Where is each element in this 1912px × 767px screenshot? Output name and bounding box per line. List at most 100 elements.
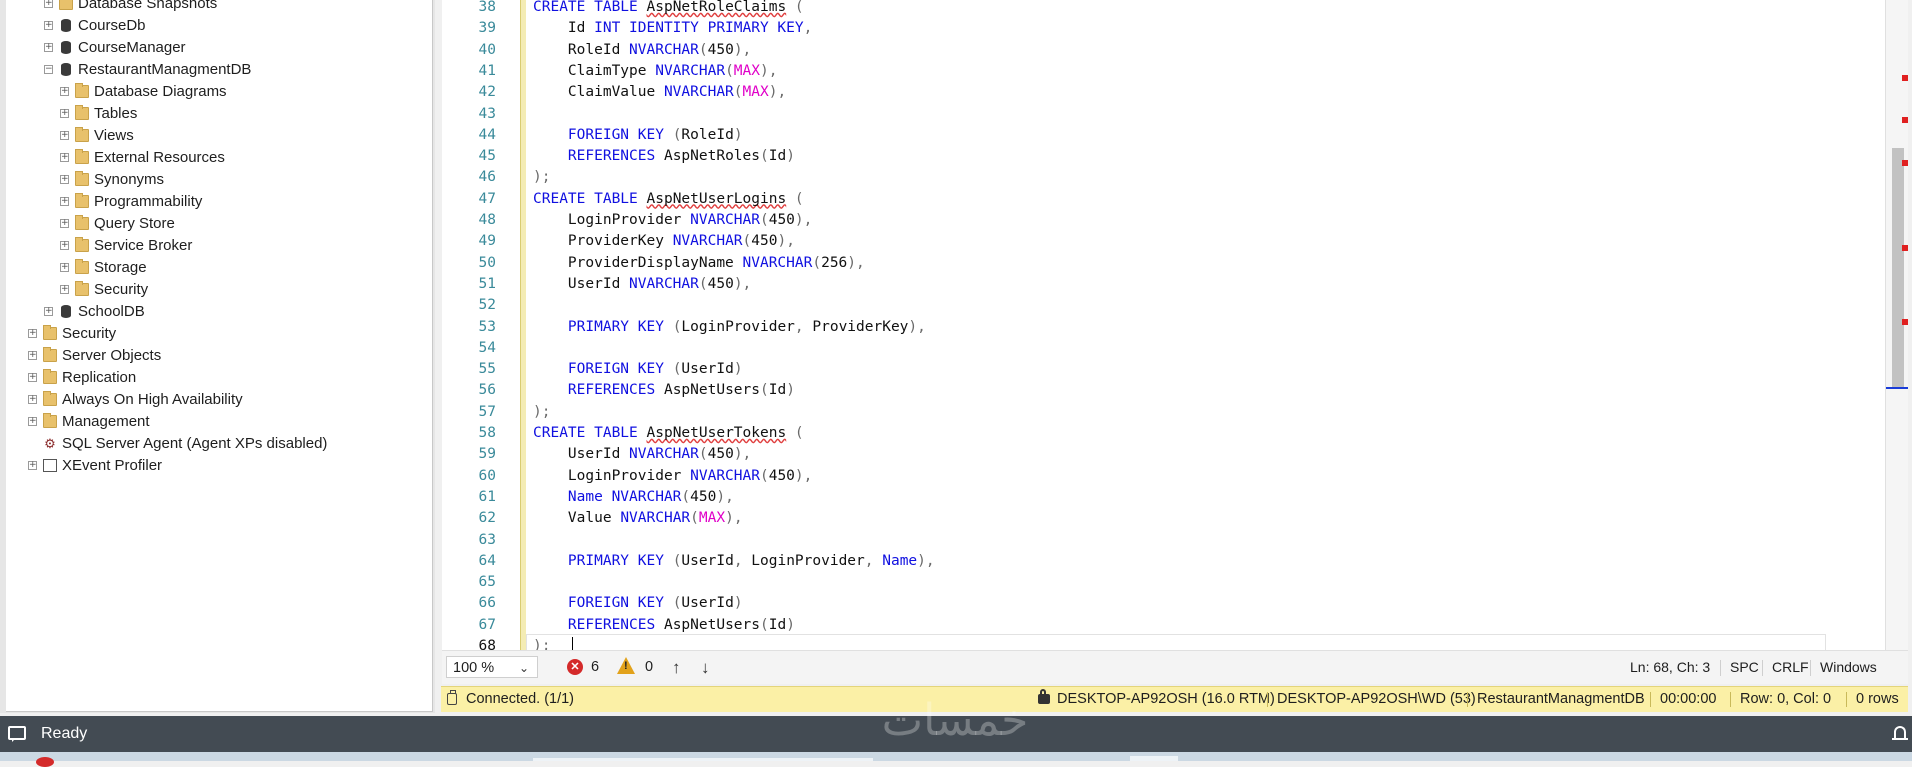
code-line[interactable]: PRIMARY KEY (UserId, LoginProvider, Name…	[533, 551, 935, 572]
expand-icon[interactable]: +	[44, 0, 53, 8]
tree-node-label: Management	[62, 413, 150, 430]
expand-icon[interactable]: +	[60, 87, 69, 96]
code-line[interactable]: UserId NVARCHAR(450),	[533, 444, 751, 465]
expand-icon[interactable]: +	[60, 241, 69, 250]
sql-keyword: NVARCHAR	[742, 254, 813, 271]
expand-icon[interactable]: +	[44, 307, 53, 316]
database-icon	[61, 305, 71, 318]
expand-icon[interactable]: +	[60, 131, 69, 140]
code-line[interactable]: ProviderDisplayName NVARCHAR(256),	[533, 253, 865, 274]
code-line[interactable]: ClaimValue NVARCHAR(MAX),	[533, 82, 786, 103]
code-line[interactable]: FOREIGN KEY (UserId)	[533, 359, 743, 380]
app-status-text: Ready	[41, 725, 88, 742]
divider	[1762, 660, 1763, 676]
previous-issue-arrow-up-icon[interactable]: ↑	[672, 651, 681, 684]
expand-icon[interactable]: +	[28, 461, 37, 470]
code-line[interactable]: REFERENCES AspNetUsers(Id)	[533, 380, 795, 401]
line-number: 41	[478, 62, 496, 79]
expand-icon[interactable]: +	[28, 395, 37, 404]
code-line[interactable]: CREATE TABLE AspNetUserLogins (	[533, 189, 804, 210]
expand-icon[interactable]: +	[44, 43, 53, 52]
code-line[interactable]: PRIMARY KEY (LoginProvider, ProviderKey)…	[533, 317, 926, 338]
tree-node-label: Tables	[94, 105, 138, 122]
expand-icon[interactable]: +	[60, 219, 69, 228]
code-line[interactable]: );	[533, 636, 550, 650]
code-line[interactable]: ClaimType NVARCHAR(MAX),	[533, 61, 778, 82]
warning-count[interactable]: 0	[645, 651, 653, 684]
code-line[interactable]: Value NVARCHAR(MAX),	[533, 508, 743, 529]
whitespace-mode[interactable]: SPC	[1730, 651, 1759, 684]
query-editor[interactable]: 38 39 40 41 42 43 44 45 46 47 48 49 50 51 52 53 54 55 56 57…	[438, 0, 1912, 708]
code-line[interactable]: FOREIGN KEY (UserId)	[533, 593, 743, 614]
code-line[interactable]: UserId NVARCHAR(450),	[533, 274, 751, 295]
expand-icon[interactable]: +	[28, 351, 37, 360]
code-area[interactable]: CREATE TABLE AspNetRoleClaims ( Id INT I…	[533, 0, 1893, 650]
code-token: ClaimValue	[533, 84, 664, 101]
code-line[interactable]: Id INT IDENTITY PRIMARY KEY,	[533, 18, 812, 39]
error-marker[interactable]	[1902, 245, 1908, 251]
expand-icon[interactable]: +	[44, 21, 53, 30]
code-line[interactable]: FOREIGN KEY (RoleId)	[533, 125, 743, 146]
expand-icon[interactable]: +	[28, 373, 37, 382]
code-token: ),	[847, 254, 865, 271]
expand-icon[interactable]: +	[28, 417, 37, 426]
line-number: 43	[478, 105, 496, 122]
line-ending-mode[interactable]: CRLF	[1772, 651, 1809, 684]
tree-node-label: Programmability	[94, 193, 203, 210]
tree-node-label: XEvent Profiler	[62, 457, 163, 474]
code-token: Id	[768, 148, 787, 165]
taskbar-item[interactable]	[1130, 756, 1178, 761]
scroll-position-indicator	[1886, 387, 1908, 389]
code-line[interactable]: ProviderKey NVARCHAR(450),	[533, 231, 795, 252]
vertical-scrollbar-thumb[interactable]	[1892, 148, 1904, 388]
cursor-position[interactable]: Ln: 68, Ch: 3	[1630, 651, 1710, 684]
code-line[interactable]: REFERENCES AspNetUsers(Id)	[533, 615, 795, 636]
database-icon	[61, 63, 71, 76]
query-editor-frame[interactable]: 38 39 40 41 42 43 44 45 46 47 48 49 50 51 52 53 54 55 56 57…	[442, 0, 1908, 708]
code-line[interactable]: CREATE TABLE AspNetUserTokens (	[533, 423, 804, 444]
warning-icon[interactable]: !	[617, 657, 635, 674]
expand-icon[interactable]: +	[28, 329, 37, 338]
next-issue-arrow-down-icon[interactable]: ↓	[701, 651, 710, 684]
code-line[interactable]: LoginProvider NVARCHAR(450),	[533, 466, 812, 487]
code-line[interactable]: );	[533, 402, 550, 423]
vertical-scrollbar[interactable]	[1885, 0, 1908, 650]
line-number: 60	[478, 467, 496, 484]
code-line[interactable]: RoleId NVARCHAR(450),	[533, 40, 751, 61]
code-line[interactable]: REFERENCES AspNetRoles(Id)	[533, 146, 795, 167]
error-marker[interactable]	[1902, 117, 1908, 123]
expand-icon[interactable]: +	[60, 175, 69, 184]
expand-icon[interactable]: +	[60, 109, 69, 118]
line-number: 48	[478, 212, 496, 228]
code-line[interactable]: CREATE TABLE AspNetRoleClaims (	[533, 0, 804, 18]
error-icon[interactable]: ✕	[567, 659, 583, 675]
tree-node-label: SchoolDB	[78, 303, 145, 320]
error-count[interactable]: 6	[591, 651, 599, 684]
error-marker[interactable]	[1902, 319, 1908, 325]
expand-icon[interactable]: +	[60, 285, 69, 294]
code-token: (	[760, 616, 769, 633]
object-explorer-tree[interactable]: + Database Snapshots + CourseDb + CourseManag…	[6, 0, 433, 712]
code-line[interactable]: Name NVARCHAR(450),	[533, 487, 734, 508]
line-number: 45	[478, 148, 496, 165]
notification-bell-icon[interactable]	[1892, 726, 1908, 740]
line-number: 59	[478, 446, 496, 463]
sql-keyword: REFERENCES	[567, 616, 656, 633]
expand-icon[interactable]: +	[60, 263, 69, 272]
expand-icon[interactable]: +	[60, 197, 69, 206]
error-marker[interactable]	[1902, 75, 1908, 81]
taskbar-app-icon[interactable]	[36, 757, 54, 767]
line-number: 64	[478, 552, 496, 569]
sql-keyword: CREATE TABLE	[533, 190, 638, 207]
code-line[interactable]: );	[533, 167, 550, 188]
error-marker[interactable]	[1902, 160, 1908, 166]
collapse-icon[interactable]: −	[44, 65, 53, 74]
expand-icon[interactable]: +	[60, 153, 69, 162]
code-line[interactable]: LoginProvider NVARCHAR(450),	[533, 210, 812, 231]
zoom-dropdown[interactable]: 100 % ⌄	[446, 656, 538, 678]
